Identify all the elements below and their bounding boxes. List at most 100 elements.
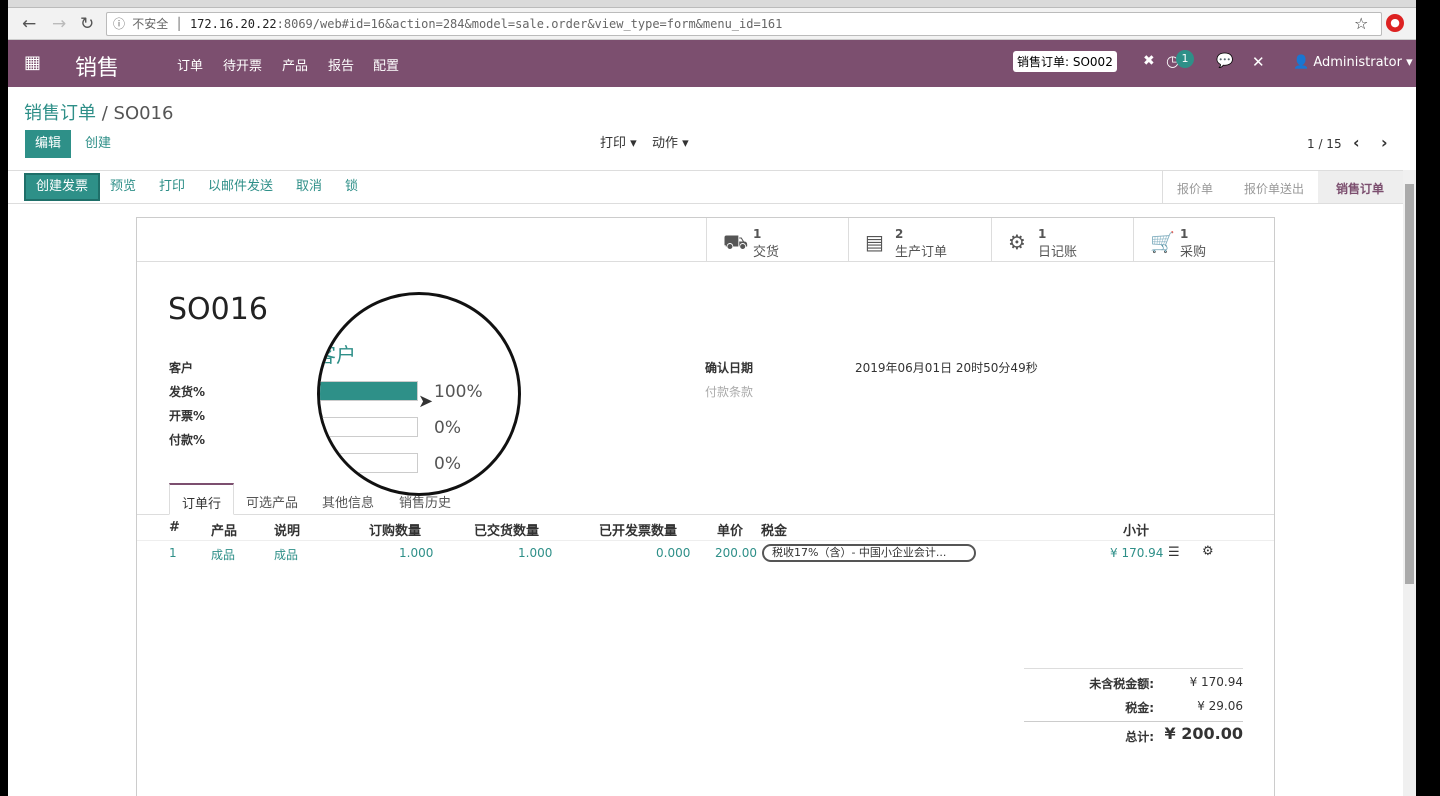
forward-icon[interactable]: →: [52, 14, 66, 34]
smart-label: 交货: [753, 245, 780, 260]
action-label: 动作: [652, 136, 679, 151]
mouse-cursor-icon: ➤: [418, 391, 434, 412]
star-icon[interactable]: ☆: [1354, 14, 1368, 33]
chat-icon[interactable]: 💬: [1216, 53, 1233, 69]
next-record-icon[interactable]: ›: [1381, 133, 1388, 152]
record-name: SO016: [168, 292, 268, 327]
info-icon[interactable]: ⓘ: [113, 17, 125, 31]
delivery-label: 发货%: [169, 385, 206, 399]
smart-button-delivery[interactable]: ⛟ 1 交货: [706, 218, 848, 262]
untaxed-value: ¥ 170.94: [1189, 675, 1243, 689]
breadcrumb-parent[interactable]: 销售订单: [24, 103, 96, 124]
tab-optional-products[interactable]: 可选产品: [234, 483, 310, 520]
list-detail-icon[interactable]: ☰: [1168, 545, 1180, 560]
col-seq[interactable]: #: [169, 520, 180, 535]
back-icon[interactable]: ←: [22, 14, 36, 34]
menu-orders[interactable]: 订单: [177, 55, 203, 74]
archive-icon: ▤: [865, 230, 884, 254]
lock-button[interactable]: 锁: [335, 173, 368, 201]
col-description[interactable]: 说明: [274, 520, 300, 539]
tax-value: ¥ 29.06: [1197, 699, 1243, 713]
gear-icon[interactable]: ⚙: [1202, 544, 1214, 559]
smart-label: 采购: [1180, 245, 1207, 260]
print-dropdown[interactable]: 打印 ▾: [600, 132, 637, 151]
print-button[interactable]: 打印: [149, 173, 195, 201]
smart-count: 1: [1038, 227, 1047, 241]
tax-tag[interactable]: 税收17%（含）- 中国小企业会计...: [762, 544, 976, 562]
confirm-date-label: 确认日期: [705, 361, 754, 375]
tab-order-lines[interactable]: 订单行: [169, 483, 235, 515]
smart-label: 日记账: [1038, 245, 1078, 260]
smart-button-manufacturing[interactable]: ▤ 2 生产订单: [848, 218, 990, 262]
delivery-progress: [320, 381, 418, 401]
smart-button-journal[interactable]: ⚙ 1 日记账: [991, 218, 1133, 262]
action-dropdown[interactable]: 动作 ▾: [652, 132, 689, 151]
prev-record-icon[interactable]: ‹: [1353, 133, 1360, 152]
untaxed-label: 未含税金额:: [1089, 677, 1154, 691]
payment-progress: [320, 453, 418, 473]
invoice-label: 开票%: [169, 409, 206, 423]
security-label: 不安全: [132, 17, 169, 31]
address-bar[interactable]: ⓘ 不安全 │ 172.16.20.22:8069/web#id=16&acti…: [106, 12, 1382, 36]
menu-config[interactable]: 配置: [373, 55, 399, 74]
tab-sales-history[interactable]: 销售历史: [387, 483, 463, 520]
create-invoice-button[interactable]: 创建发票: [24, 173, 101, 201]
url-path: :8069/web#id=16&action=284&model=sale.or…: [276, 17, 783, 31]
stage-quotation[interactable]: 报价单: [1162, 171, 1227, 203]
status-bar: 创建发票 预览 打印 以邮件发送 取消 锁 报价单 报价单送出 销售订单: [8, 170, 1403, 204]
cancel-button[interactable]: 取消: [286, 173, 332, 201]
apps-grid-icon[interactable]: ▦: [24, 52, 41, 73]
scrollbar[interactable]: [1403, 170, 1416, 796]
tab-other-info[interactable]: 其他信息: [310, 483, 386, 520]
col-tax[interactable]: 税金: [761, 520, 787, 539]
extension-icon[interactable]: ●: [1386, 14, 1404, 32]
breadcrumb: 销售订单 / SO016: [24, 103, 174, 124]
create-button[interactable]: 创建: [75, 130, 121, 158]
user-name: Administrator: [1313, 55, 1402, 70]
menu-to-invoice[interactable]: 待开票: [223, 55, 262, 74]
stage-sales-order[interactable]: 销售订单: [1318, 171, 1403, 203]
send-email-button[interactable]: 以邮件发送: [198, 173, 283, 201]
top-navbar: ▦ 销售 订单 待开票 产品 报告 配置 销售订单: SO002 ✖ ◷ 1 💬…: [8, 40, 1416, 87]
customer-link[interactable]: 客户: [320, 339, 356, 368]
smart-count: 2: [895, 227, 904, 241]
browser-window: ← → ↻ ⓘ 不安全 │ 172.16.20.22:8069/web#id=1…: [8, 0, 1416, 796]
tax-label: 税金:: [1125, 701, 1154, 715]
user-menu[interactable]: 👤 Administrator ▾: [1293, 55, 1413, 70]
stage-quotation-sent[interactable]: 报价单送出: [1230, 171, 1318, 206]
browser-toolbar: ← → ↻ ⓘ 不安全 │ 172.16.20.22:8069/web#id=1…: [8, 8, 1416, 40]
cell-qty: 1.000: [399, 546, 434, 560]
col-subtotal[interactable]: 小计: [1123, 520, 1149, 539]
menu-products[interactable]: 产品: [282, 55, 308, 74]
reload-icon[interactable]: ↻: [80, 14, 94, 34]
menu-reports[interactable]: 报告: [328, 55, 354, 74]
col-qty[interactable]: 订购数量: [369, 520, 421, 539]
total-value: ¥ 200.00: [1164, 724, 1243, 743]
smart-count: 1: [753, 227, 762, 241]
col-delivered[interactable]: 已交货数量: [474, 520, 539, 539]
col-product[interactable]: 产品: [211, 520, 237, 539]
preview-button[interactable]: 预览: [100, 173, 146, 201]
cell-description: 成品: [274, 548, 299, 562]
payment-terms-label: 付款条款: [705, 385, 754, 399]
smart-count: 1: [1180, 227, 1189, 241]
activity-badge: 1: [1176, 50, 1194, 68]
tab-strip: [8, 0, 1416, 8]
tools-icon[interactable]: ✕: [1252, 53, 1265, 71]
edit-button[interactable]: 编辑: [25, 130, 72, 158]
quick-search-tag[interactable]: 销售订单: SO002: [1013, 51, 1117, 72]
smart-label: 生产订单: [895, 245, 948, 260]
close-icon[interactable]: ✖: [1143, 53, 1155, 69]
payment-percent: 0%: [434, 454, 461, 474]
confirm-date-value: 2019年06月01日 20时50分49秒: [855, 361, 1038, 375]
cell-delivered: 1.000: [518, 546, 553, 560]
truck-icon: ⛟: [723, 230, 749, 254]
invoice-percent: 0%: [434, 418, 461, 438]
cell-product[interactable]: 成品: [211, 546, 235, 563]
col-invoiced[interactable]: 已开发票数量: [599, 520, 677, 539]
cogs-icon: ⚙: [1008, 230, 1026, 254]
url-host: 172.16.20.22: [189, 17, 277, 31]
smart-button-purchase[interactable]: 🛒 1 采购: [1133, 218, 1275, 262]
breadcrumb-current: SO016: [113, 103, 174, 124]
col-price[interactable]: 单价: [717, 520, 743, 539]
